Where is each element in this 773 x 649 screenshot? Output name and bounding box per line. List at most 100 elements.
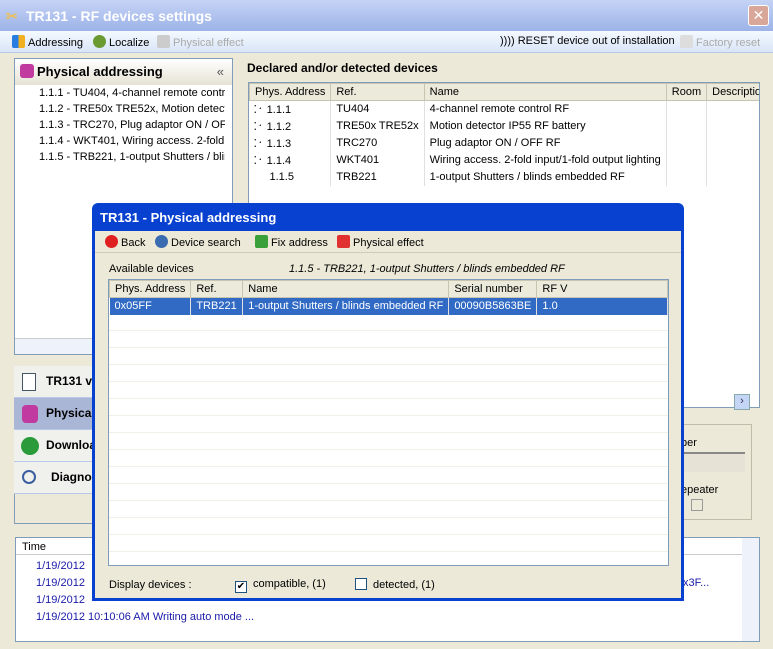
- table-cell: 1.1.5: [249, 168, 332, 186]
- table-cell: 0x05FF: [109, 297, 192, 315]
- table-cell: [706, 117, 759, 135]
- tree-item[interactable]: 1.1.4 - WKT401, Wiring access. 2-fold in…: [15, 133, 225, 149]
- table-cell: Wiring access. 2-fold input/1-fold outpu…: [424, 151, 667, 169]
- table-cell: [666, 134, 708, 152]
- physical-effect-label: Physical effect: [353, 237, 424, 249]
- localize-button[interactable]: Localize: [93, 35, 149, 49]
- tree-item[interactable]: 1.1.5 - TRB221, 1-output Shutters / blin…: [15, 149, 225, 165]
- reset-button[interactable]: )))) RESET device out of installation: [500, 35, 675, 47]
- repeater-checkbox[interactable]: [691, 499, 703, 511]
- fix-address-button[interactable]: Fix address: [255, 235, 328, 249]
- repeater-label: epeater: [681, 484, 719, 496]
- plus-icon: [255, 235, 268, 248]
- col-room[interactable]: Room: [665, 83, 708, 101]
- table-cell: [706, 168, 759, 186]
- log-line-tail: x3F...: [683, 577, 710, 589]
- table-row[interactable]: 1.1.5 TRB221 1-output Shutters / blinds em…: [249, 168, 759, 186]
- factory-reset-label: Factory reset: [696, 37, 761, 49]
- col-ref[interactable]: Ref.: [190, 280, 244, 298]
- table-row[interactable]: ⁚᛫ 1.1.1 TU404 4-channel remote control RF: [249, 100, 759, 118]
- device-search-button[interactable]: Device search: [155, 235, 241, 249]
- fix-address-label: Fix address: [271, 237, 328, 249]
- table-cell: ⁚᛫ 1.1.3: [249, 134, 332, 152]
- panel-title: Physical addressing: [37, 64, 163, 79]
- table-cell: 4-channel remote control RF: [424, 100, 667, 118]
- table-cell: TU404: [330, 100, 425, 118]
- selected-device-label: 1.1.5 - TRB221, 1-output Shutters / blin…: [289, 263, 565, 275]
- available-devices-label: Available devices: [109, 263, 194, 275]
- checkbox-box: [355, 578, 367, 590]
- physical-effect-button[interactable]: Physical effect: [337, 235, 424, 249]
- table-cell: TRC270: [330, 134, 425, 152]
- table-row[interactable]: ⁚᛫ 1.1.4 WKT401 Wiring access. 2-fold inpu…: [249, 151, 759, 169]
- log-line: 1/19/2012: [36, 560, 85, 572]
- col-phys-address[interactable]: Phys. Address: [109, 280, 192, 298]
- devices-table: Phys. Address Ref. Name Room Descriptio ⁚᛫ 1…: [249, 83, 759, 186]
- log-line: 1/19/2012: [36, 594, 85, 606]
- table-cell: [706, 134, 759, 152]
- table-row[interactable]: 0x05FF TRB221 1-output Shutters / blinds e…: [109, 297, 668, 315]
- log-line: 1/19/2012: [36, 577, 85, 589]
- compatible-label: compatible, (1): [253, 578, 326, 590]
- scroll-right-button[interactable]: ›: [734, 394, 750, 410]
- compatible-checkbox[interactable]: ✔ compatible, (1): [235, 578, 326, 593]
- col-name[interactable]: Name: [242, 280, 450, 298]
- table-cell: 1-output Shutters / blinds embedded RF: [424, 168, 667, 186]
- tree-item[interactable]: 1.1.1 - TU404, 4-channel remote control …: [15, 85, 225, 101]
- col-serial[interactable]: Serial number: [448, 280, 538, 298]
- nav-label: TR131 v: [46, 374, 93, 388]
- display-devices-label: Display devices :: [109, 579, 192, 591]
- col-rf-version[interactable]: RF V: [536, 280, 668, 298]
- nav-physical[interactable]: Physical: [14, 398, 95, 430]
- table-cell: 00090B5863BE: [448, 297, 538, 315]
- table-cell: [666, 151, 708, 169]
- physical-effect-icon: [157, 35, 170, 48]
- table-cell: TRE50x TRE52x: [330, 117, 425, 135]
- device-search-label: Device search: [171, 237, 241, 249]
- table-cell: [666, 100, 708, 118]
- factory-reset-button[interactable]: Factory reset: [680, 35, 760, 49]
- log-scrollbar[interactable]: [742, 538, 759, 641]
- col-name[interactable]: Name: [423, 83, 667, 101]
- available-devices-table: Phys. Address Ref. Name Serial number RF V 0…: [109, 280, 668, 315]
- table-cell: ⁚᛫ 1.1.2: [249, 117, 332, 135]
- table-cell: [666, 168, 708, 186]
- nav-download[interactable]: Downloa: [14, 430, 96, 462]
- addressing-label: Addressing: [28, 37, 84, 49]
- available-devices-table-box: Phys. Address Ref. Name Serial number RF V 0…: [108, 279, 669, 566]
- detected-label: detected, (1): [373, 579, 435, 591]
- col-phys-address[interactable]: Phys. Address: [249, 83, 332, 101]
- addressing-button[interactable]: Addressing: [12, 35, 83, 49]
- table-cell: 1-output Shutters / blinds embedded RF: [242, 297, 450, 315]
- back-button[interactable]: Back: [105, 235, 145, 249]
- col-description[interactable]: Descriptio: [706, 83, 759, 101]
- table-row[interactable]: ⁚᛫ 1.1.2 TRE50x TRE52x Motion detector IP5…: [249, 117, 759, 135]
- magnifier-icon: [22, 470, 36, 484]
- device-search-icon: [155, 235, 168, 248]
- download-icon: [21, 437, 39, 455]
- physical-effect-button[interactable]: Physical effect: [157, 35, 244, 49]
- col-ref[interactable]: Ref.: [330, 83, 425, 101]
- tools-icon: ✂: [6, 8, 18, 24]
- detected-checkbox[interactable]: detected, (1): [355, 578, 435, 591]
- localize-icon: [93, 35, 106, 48]
- back-label: Back: [121, 237, 146, 249]
- table-row[interactable]: ⁚᛫ 1.1.3 TRC270 Plug adaptor ON / OFF RF: [249, 134, 759, 152]
- window-title-bar: ✂ TR131 - RF devices settings: [0, 0, 773, 31]
- table-cell: ⁚᛫ 1.1.4: [249, 151, 332, 169]
- window-title: TR131 - RF devices settings: [26, 8, 212, 24]
- tree-item[interactable]: 1.1.2 - TRE50x TRE52x, Motion detector I…: [15, 101, 225, 117]
- factory-reset-icon: [680, 35, 693, 48]
- number-field[interactable]: [679, 452, 745, 472]
- physical-addressing-icon: [20, 64, 34, 78]
- table-cell: [706, 151, 759, 169]
- power-icon: [337, 235, 350, 248]
- table-cell: WKT401: [330, 151, 425, 169]
- nav-tr131[interactable]: TR131 v: [14, 366, 94, 398]
- nav-diagnostic[interactable]: Diagnos: [14, 462, 98, 494]
- table-cell: TRB221: [330, 168, 425, 186]
- collapse-button[interactable]: «: [217, 64, 224, 79]
- log-line: 1/19/2012 10:10:06 AM Writing auto mode …: [36, 611, 255, 623]
- tree-item[interactable]: 1.1.3 - TRC270, Plug adaptor ON / OFF RF: [15, 117, 225, 133]
- close-button[interactable]: ✕: [748, 5, 769, 26]
